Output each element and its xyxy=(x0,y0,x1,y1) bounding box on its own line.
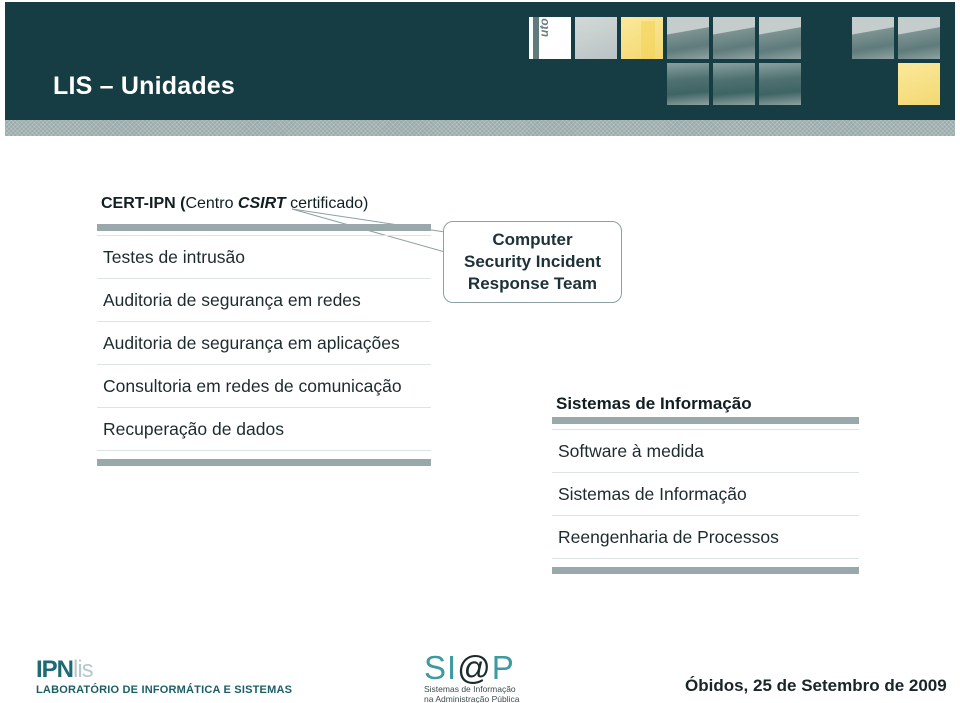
siap-subtitle: na Administração Pública xyxy=(424,694,520,703)
siap-wordmark: SI@P xyxy=(424,651,519,684)
unit-heading: Sistemas de Informação xyxy=(556,394,752,413)
photo-tile xyxy=(759,63,801,105)
header-pattern-stripe xyxy=(5,120,955,136)
heading-rule xyxy=(97,224,431,231)
photo-tile xyxy=(713,63,755,105)
photo-tile xyxy=(713,17,755,59)
heading-normal-part: Centro xyxy=(185,195,238,212)
unit-heading: CERT-IPN (Centro CSIRT certificado) xyxy=(97,190,431,224)
heading-csirt: CSIRT xyxy=(237,195,286,212)
tile-sign-text: uto Ped xyxy=(537,17,551,37)
heading-normal-part: certificado) xyxy=(285,195,369,212)
callout-line: Response Team xyxy=(467,274,598,293)
photo-tile: uto Ped xyxy=(529,17,571,59)
logo-ipn-text: IPN xyxy=(36,656,74,683)
at-sign-icon: @ xyxy=(457,649,492,686)
callout-line: Security Incident xyxy=(464,252,601,271)
slide-title: LIS – Unidades xyxy=(53,72,236,100)
photo-tile xyxy=(898,17,940,59)
footer-rule xyxy=(97,459,431,466)
callout-text: Computer Security Incident Response Team xyxy=(464,229,601,295)
list-item: Consultoria em redes de comunicação xyxy=(97,365,431,408)
cert-ipn-unit-list: CERT-IPN (Centro CSIRT certificado) Test… xyxy=(97,190,431,466)
list-item: Auditoria de segurança em aplicações xyxy=(97,322,431,365)
siap-logo: SI@P Sistemas de Informação na Administr… xyxy=(424,651,519,703)
siap-si: SI xyxy=(424,649,458,686)
photo-tile xyxy=(759,17,801,59)
list-item: Auditoria de segurança em redes xyxy=(97,279,431,322)
footer-rule xyxy=(552,567,859,574)
photo-tile xyxy=(575,17,617,59)
heading-rule xyxy=(552,417,859,424)
logo-subtitle: LABORATÓRIO DE INFORMÁTICA E SISTEMAS xyxy=(36,684,293,696)
sistemas-informacao-unit-list: Sistemas de Informação Software à medida… xyxy=(552,394,859,574)
callout-line: Computer xyxy=(492,230,573,249)
photo-tile xyxy=(667,17,709,59)
list-item: Sistemas de Informação xyxy=(552,473,859,516)
photo-tile xyxy=(852,17,894,59)
photo-tile-yellow xyxy=(621,17,663,59)
photo-tile xyxy=(667,63,709,105)
heading-bold-part: CERT-IPN ( xyxy=(101,195,186,212)
csirt-callout: Computer Security Incident Response Team xyxy=(443,221,622,303)
siap-subtitle: Sistemas de Informação xyxy=(424,684,516,694)
list-item: Software à medida xyxy=(552,430,859,473)
ipn-lis-logo: IPNlis xyxy=(36,656,94,684)
list-item: Testes de intrusão xyxy=(97,236,431,279)
list-item: Reengenharia de Processos xyxy=(552,516,859,559)
slide-header-band xyxy=(5,2,955,120)
tile-yellow-shape xyxy=(641,21,655,59)
photo-tile-yellow xyxy=(898,63,940,105)
logo-lis-text: lis xyxy=(73,656,94,683)
list-item: Recuperação de dados xyxy=(97,408,431,451)
siap-p: P xyxy=(491,649,515,686)
footer-date: Óbidos, 25 de Setembro de 2009 xyxy=(685,676,947,695)
